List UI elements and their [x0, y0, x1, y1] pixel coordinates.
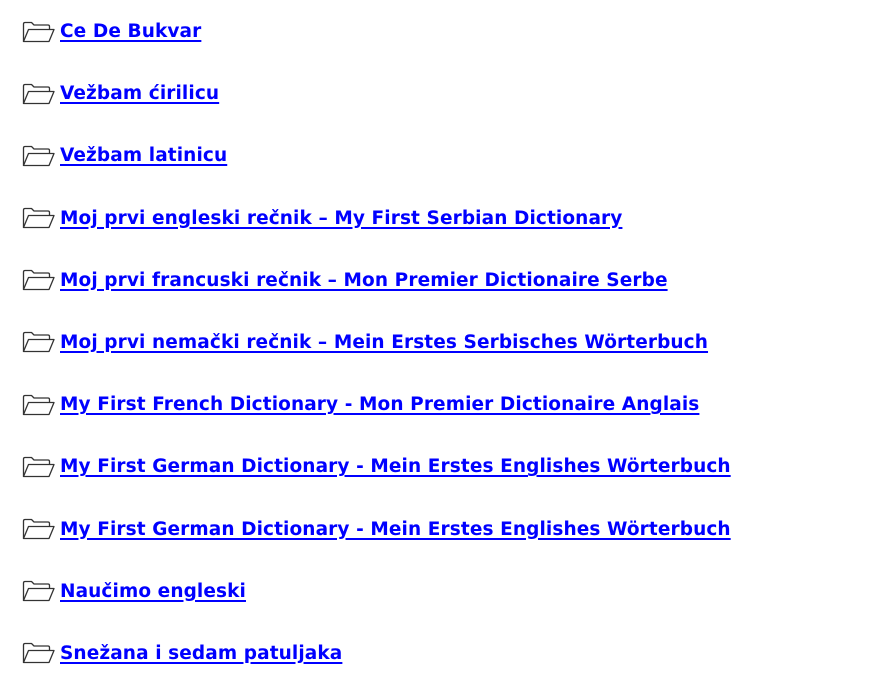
folder-link[interactable]: Naučimo engleski: [60, 581, 246, 602]
open-folder-icon: [22, 21, 56, 43]
folder-item[interactable]: Moj prvi nemački rečnik – Mein Erstes Se…: [22, 326, 731, 359]
folder-link[interactable]: Snežana i sedam patuljaka: [60, 643, 342, 664]
open-folder-icon: [22, 394, 56, 416]
folder-link[interactable]: Moj prvi francuski rečnik – Mon Premier …: [60, 270, 668, 291]
open-folder-icon: [22, 207, 56, 229]
folder-link[interactable]: Moj prvi nemački rečnik – Mein Erstes Se…: [60, 332, 708, 353]
folder-item[interactable]: Moj prvi engleski rečnik – My First Serb…: [22, 202, 731, 235]
folder-link[interactable]: Vežbam ćirilicu: [60, 83, 219, 104]
open-folder-icon: [22, 456, 56, 478]
open-folder-icon: [22, 518, 56, 540]
open-folder-icon: [22, 145, 56, 167]
folder-item[interactable]: My First German Dictionary - Mein Erstes…: [22, 513, 731, 546]
open-folder-icon: [22, 580, 56, 602]
folder-link[interactable]: My First German Dictionary - Mein Erstes…: [60, 456, 731, 477]
open-folder-icon: [22, 331, 56, 353]
folder-item[interactable]: Moj prvi francuski rečnik – Mon Premier …: [22, 264, 731, 297]
folder-item[interactable]: Naučimo engleski: [22, 575, 731, 608]
open-folder-icon: [22, 269, 56, 291]
folder-link[interactable]: My First German Dictionary - Mein Erstes…: [60, 519, 731, 540]
folder-item[interactable]: Vežbam latinicu: [22, 139, 731, 172]
open-folder-icon: [22, 642, 56, 664]
folder-list: Ce De Bukvar Vežbam ćirilicu Vežbam lati…: [22, 15, 731, 699]
open-folder-icon: [22, 83, 56, 105]
folder-item[interactable]: My First French Dictionary - Mon Premier…: [22, 388, 731, 421]
folder-item[interactable]: Snežana i sedam patuljaka: [22, 637, 731, 670]
folder-link[interactable]: Vežbam latinicu: [60, 145, 227, 166]
folder-item[interactable]: Ce De Bukvar: [22, 15, 731, 48]
folder-item[interactable]: Vežbam ćirilicu: [22, 77, 731, 110]
folder-link[interactable]: Moj prvi engleski rečnik – My First Serb…: [60, 208, 622, 229]
folder-item[interactable]: My First German Dictionary - Mein Erstes…: [22, 450, 731, 483]
folder-link[interactable]: Ce De Bukvar: [60, 21, 201, 42]
folder-link[interactable]: My First French Dictionary - Mon Premier…: [60, 394, 699, 415]
